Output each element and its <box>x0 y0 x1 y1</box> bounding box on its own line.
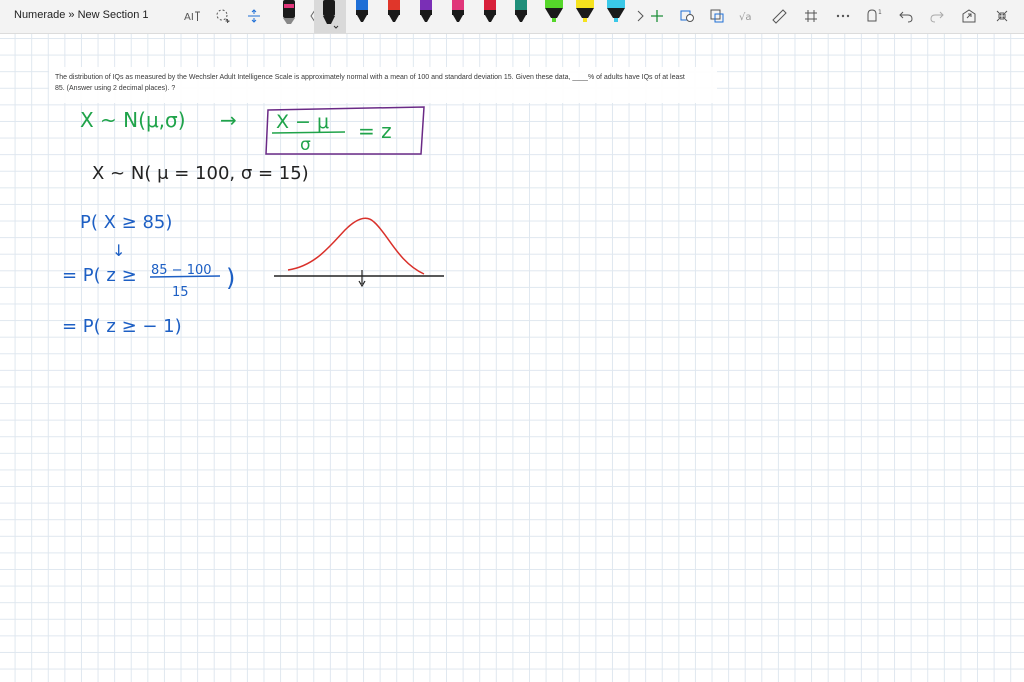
ink-line4-fraction-bar <box>149 275 221 278</box>
svg-text:√a: √a <box>739 12 752 23</box>
pen-black-selected[interactable] <box>320 0 339 29</box>
ink-formula-denominator: σ <box>300 135 311 155</box>
mean-tick <box>358 270 366 288</box>
more-icon[interactable] <box>832 5 854 27</box>
highlighter-yellow[interactable] <box>574 0 594 28</box>
ink-to-shape-icon[interactable] <box>706 5 728 27</box>
hint-icon[interactable]: 1 <box>863 5 885 27</box>
ink-line4-prefix: = P( z ≥ <box>62 265 137 286</box>
ink-line5: = P( z ≥ − 1) <box>62 316 182 337</box>
highlighter-green[interactable] <box>543 0 563 28</box>
pen-teal[interactable] <box>513 0 531 28</box>
ruler-icon[interactable] <box>768 5 790 27</box>
ink-line4-suffix: ) <box>226 264 235 292</box>
ink-line1-left: X ~ N(μ,σ) <box>80 108 186 132</box>
ink-fraction-bar <box>271 131 346 134</box>
note-canvas[interactable]: The distribution of IQs as measured by t… <box>0 34 1024 682</box>
lasso-select-icon[interactable] <box>212 5 234 27</box>
fullscreen-icon[interactable] <box>958 5 980 27</box>
highlighter-cyan[interactable] <box>605 0 625 28</box>
pen-black[interactable] <box>281 0 299 28</box>
text-to-ink-icon[interactable]: AI <box>182 5 204 27</box>
svg-text:AI: AI <box>184 12 194 23</box>
toolbar: Numerade » New Section 1 AI √a 1 <box>0 0 1024 34</box>
svg-text:1: 1 <box>878 9 882 16</box>
shape-icon[interactable] <box>676 5 698 27</box>
ink-formula-equals: = z <box>358 119 392 143</box>
pen-orange[interactable] <box>418 0 436 28</box>
undo-icon[interactable] <box>895 5 917 27</box>
ink-to-math-icon[interactable]: √a <box>737 5 759 27</box>
grid-icon[interactable] <box>800 5 822 27</box>
ink-line2: X ~ N( μ = 100, σ = 15) <box>92 163 309 184</box>
insert-space-icon[interactable] <box>243 5 265 27</box>
handwriting-layer: X ~ N(μ,σ) → X − μ σ = z X ~ N( μ = 100,… <box>62 106 444 337</box>
ink-formula-numerator: X − μ <box>276 111 329 133</box>
collapse-icon[interactable] <box>991 5 1013 27</box>
ink-line4-denominator: 15 <box>172 285 189 300</box>
pen-crimson[interactable] <box>482 0 500 28</box>
redo-icon[interactable] <box>926 5 948 27</box>
ink-down-arrow: ↓ <box>112 241 125 260</box>
pen-blue[interactable] <box>354 0 372 28</box>
app-title: Numerade » New Section 1 <box>14 9 149 21</box>
pen-magenta[interactable] <box>450 0 468 28</box>
normal-curve-sketch <box>287 217 425 275</box>
add-pen-icon[interactable] <box>646 5 668 27</box>
ink-arrow: → <box>220 108 237 132</box>
pen-red[interactable] <box>386 0 404 28</box>
ink-line3: P( X ≥ 85) <box>80 212 172 233</box>
